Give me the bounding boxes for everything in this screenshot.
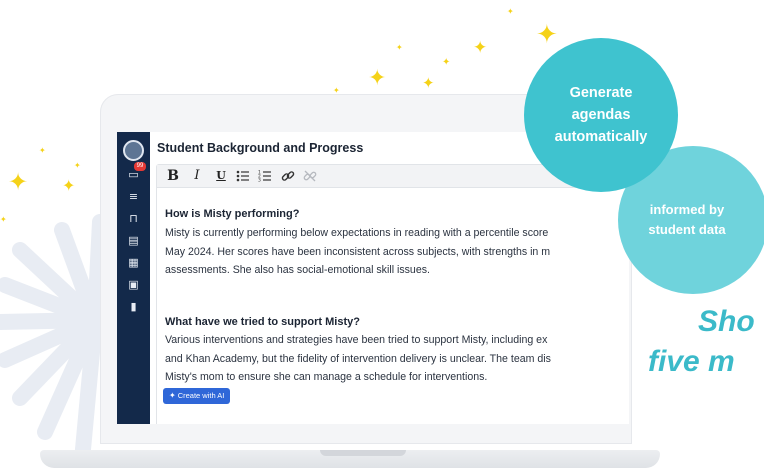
answer-line: Misty's mom to ensure she can manage a s… <box>165 371 488 384</box>
underline-button[interactable]: U <box>213 168 229 184</box>
sparkle-icon: ✦ <box>442 57 451 68</box>
sparkle-icon: ✦ <box>8 168 29 196</box>
bubble-line: automatically <box>554 129 648 145</box>
answer-line: May 2024. Her scores have been inconsist… <box>165 245 551 258</box>
bubble-line: student data <box>648 222 726 237</box>
marketing-stage: ✦ ✦ ✦ ✦ ✦ ✦ ✦ ✦ ✦ ✦ ✦ ✦ ✦ ✦ ✦ ✦ ▭ 99 ≡ ⊓… <box>0 0 764 468</box>
bubble-line: informed by <box>649 202 725 217</box>
app-logo-icon[interactable] <box>123 140 144 161</box>
answer-paragraph[interactable]: Misty is currently performing below expe… <box>165 224 629 280</box>
app-screen: ▭ 99 ≡ ⊓ ▤ ▦ ▣ ▮ Student Background and … <box>117 132 629 424</box>
laptop-notch <box>320 450 406 456</box>
bold-button[interactable]: B <box>165 168 181 184</box>
unlink-icon[interactable] <box>302 168 318 184</box>
school-icon[interactable]: ≡ <box>125 188 142 205</box>
sparkle-icon: ✦ <box>473 38 488 58</box>
answer-line: Various interventions and strategies hav… <box>165 334 548 346</box>
sparkle-icon: ✦ <box>368 66 387 91</box>
bubble-line: agendas <box>571 107 631 123</box>
question-heading: What have we tried to support Misty? <box>165 316 360 328</box>
question-heading: How is Misty performing? <box>165 208 300 220</box>
italic-button[interactable]: I <box>189 168 205 184</box>
answer-paragraph[interactable]: Various interventions and strategies hav… <box>165 331 629 387</box>
answer-line: Misty is currently performing below expe… <box>165 227 549 239</box>
chart-icon[interactable]: ▮ <box>125 298 142 315</box>
sparkle-icon: ✦ <box>74 161 81 170</box>
bullet-list-icon[interactable] <box>235 168 251 184</box>
sparkle-icon: ✦ <box>39 146 46 155</box>
calendar-icon[interactable]: ▣ <box>125 276 142 293</box>
classroom-icon[interactable]: ⊓ <box>125 210 142 227</box>
feature-bubble-primary: Generate agendas automatically <box>524 38 678 192</box>
sparkle-ai-icon: ✦ <box>169 391 176 400</box>
marketing-headline: Sho five m <box>630 302 755 382</box>
bubble-line: Generate <box>569 85 633 101</box>
headline-line: Sho <box>698 305 755 338</box>
answer-line: assessments. She also has social-emotion… <box>165 264 430 277</box>
create-with-ai-label: Create with AI <box>177 391 225 400</box>
sparkle-icon: ✦ <box>507 7 514 16</box>
sparkle-icon: ✦ <box>396 43 403 52</box>
svg-text:3: 3 <box>258 178 261 184</box>
notification-badge: 99 <box>134 162 146 171</box>
section-title: Student Background and Progress <box>157 141 364 155</box>
answer-line: and Khan Academy, but the fidelity of in… <box>165 352 551 365</box>
sparkle-icon: ✦ <box>0 215 7 224</box>
sparkle-icon: ✦ <box>536 20 558 50</box>
map-icon[interactable]: ▦ <box>125 254 142 271</box>
document-icon[interactable]: ▤ <box>125 232 142 249</box>
create-with-ai-button[interactable]: ✦ Create with AI <box>163 388 231 404</box>
headline-line: five m <box>648 345 735 378</box>
sparkle-icon: ✦ <box>422 74 435 92</box>
sidebar: ▭ 99 ≡ ⊓ ▤ ▦ ▣ ▮ <box>117 132 150 424</box>
numbered-list-icon[interactable]: 123 <box>257 168 273 184</box>
sparkle-icon: ✦ <box>62 176 76 195</box>
link-icon[interactable] <box>280 168 296 184</box>
